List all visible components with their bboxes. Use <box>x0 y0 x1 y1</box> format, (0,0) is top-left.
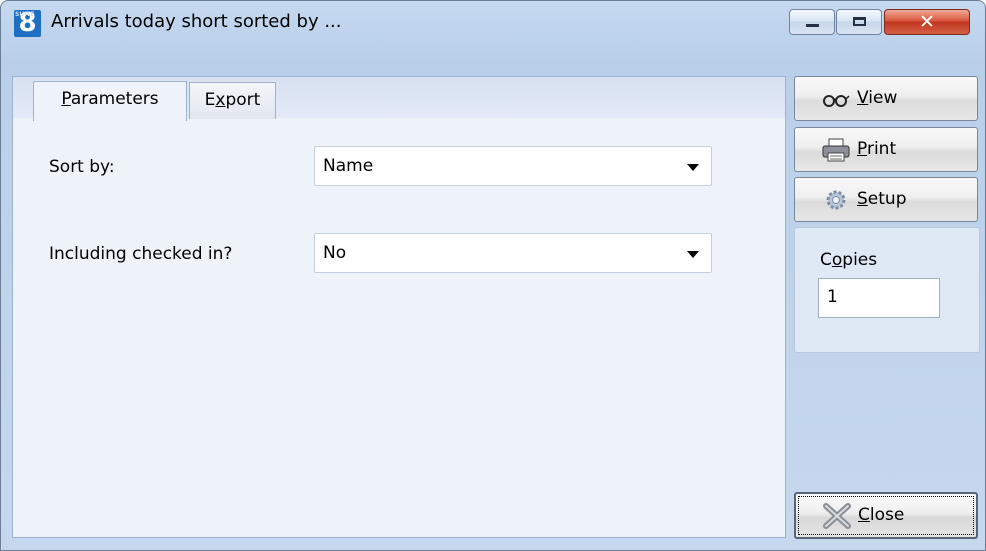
print-accel: P <box>857 139 867 159</box>
tab-export-accel: x <box>215 90 226 110</box>
tab-export[interactable]: Export <box>189 82 276 119</box>
close-x-icon <box>823 503 851 529</box>
gear-icon <box>826 190 846 210</box>
close-label: lose <box>869 505 905 525</box>
copies-panel: Copies 1 <box>794 227 980 353</box>
logo-sub-text: SUITE <box>15 11 35 18</box>
title-bar[interactable]: SUITE 8 Arrivals today short sorted by ..… <box>1 1 985 47</box>
print-label: rint <box>866 139 897 159</box>
tab-parameters-label: arameters <box>70 89 159 109</box>
setup-label: etup <box>867 189 907 209</box>
tab-parameters-accel: P <box>61 89 71 109</box>
app-logo-icon: SUITE 8 <box>14 10 41 37</box>
printer-icon <box>822 138 850 162</box>
chevron-down-icon <box>687 251 699 258</box>
copies-label: Copies <box>820 250 877 270</box>
minimize-icon <box>806 24 819 27</box>
close-button[interactable]: Close <box>794 492 978 539</box>
setup-accel: S <box>857 189 868 209</box>
sort-by-select[interactable]: Name <box>314 146 712 186</box>
copies-accel: o <box>831 250 843 270</box>
including-checked-in-select[interactable]: No <box>314 233 712 273</box>
tab-export-label-pre: E <box>204 90 216 110</box>
maximize-button[interactable] <box>836 9 882 35</box>
print-button[interactable]: Print <box>794 127 978 172</box>
maximize-icon <box>853 17 866 26</box>
including-checked-in-value: No <box>323 243 347 263</box>
glasses-icon <box>823 95 850 107</box>
view-accel: V <box>857 88 869 108</box>
tab-parameters[interactable]: Parameters <box>33 81 187 121</box>
tab-export-label: port <box>225 90 261 110</box>
copies-input[interactable]: 1 <box>818 278 940 318</box>
copies-label-rest: pies <box>842 250 878 270</box>
minimize-button[interactable] <box>789 9 835 35</box>
chevron-down-icon <box>687 164 699 171</box>
close-icon: ✕ <box>919 11 935 33</box>
view-label: iew <box>868 88 898 108</box>
close-accel: C <box>858 505 870 525</box>
tab-content-panel: Sort by: Name Including checked in? No <box>12 76 786 538</box>
window-title: Arrivals today short sorted by ... <box>51 11 342 32</box>
sort-by-label: Sort by: <box>49 157 115 177</box>
sort-by-value: Name <box>323 156 374 176</box>
copies-label-pre: C <box>820 250 832 270</box>
tab-strip: Parameters Export <box>12 76 786 121</box>
window-close-button[interactable]: ✕ <box>884 9 970 35</box>
dialog-window: SUITE 8 Arrivals today short sorted by ..… <box>0 0 986 551</box>
view-button[interactable]: View <box>794 76 978 121</box>
including-checked-in-label: Including checked in? <box>49 244 233 264</box>
setup-button[interactable]: Setup <box>794 177 978 222</box>
